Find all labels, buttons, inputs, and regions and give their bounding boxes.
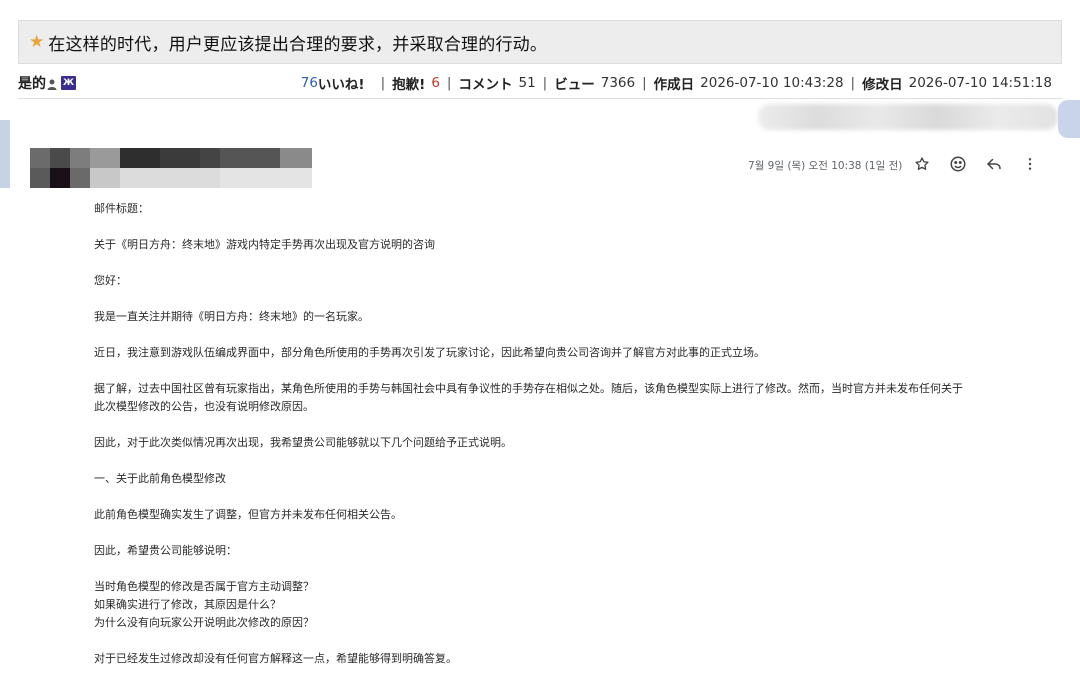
oppose-count: 6: [431, 75, 440, 91]
email-paragraph: 我是一直关注并期待《明日方舟：终末地》的一名玩家。: [94, 310, 369, 323]
likes-label[interactable]: いいね!: [318, 73, 365, 93]
email-body: 邮件标题： 关于《明日方舟：终末地》游戏内特定手势再次出现及官方说明的咨询 您好…: [94, 200, 1044, 668]
person-icon: [47, 79, 57, 90]
edge-tab: [0, 120, 10, 188]
edge-tab: [1058, 100, 1080, 138]
divider: [18, 98, 1062, 99]
oppose-label[interactable]: 抱歉!: [392, 73, 425, 93]
email-paragraph: 此前角色模型确实发生了调整，但官方并未发布任何相关公告。: [94, 508, 402, 521]
email-subject-label: 邮件标题：: [94, 202, 149, 215]
email-question: 为什么没有向玩家公开说明此次修改的原因？: [94, 616, 314, 629]
views-count: 7366: [600, 75, 636, 91]
email-question: 当时角色模型的修改是否属于官方主动调整？: [94, 580, 314, 593]
separator: |: [446, 75, 452, 91]
emoji-react-icon[interactable]: [944, 150, 972, 178]
email-paragraph: 近日，我注意到游戏队伍编成界面中，部分角色所使用的手势再次引发了玩家讨论，因此希…: [94, 346, 765, 359]
post-stats: 76 いいね! | 抱歉! 6 | コメント 51 | ビュー 7366 | 作…: [301, 68, 1052, 98]
email-subject: 关于《明日方舟：终末地》游戏内特定手势再次出现及官方说明的咨询: [94, 238, 435, 251]
email-paragraph: 此次模型修改的公告，也没有说明修改原因。: [94, 400, 314, 413]
comments-label: コメント: [458, 77, 513, 93]
star-icon[interactable]: [908, 150, 936, 178]
more-options-icon[interactable]: [1016, 150, 1044, 178]
email-paragraph: 对于已经发生过修改却没有任何官方解释这一点，希望能够得到明确答复。: [94, 652, 457, 665]
email-paragraph: 因此，对于此次类似情况再次出现，我希望贵公司能够就以下几个问题给予正式说明。: [94, 436, 512, 449]
email-paragraph: 因此，希望贵公司能够说明：: [94, 544, 237, 557]
views-label: ビュー: [554, 77, 595, 93]
post-title-bar: ★ 在这样的时代，用户更应该提出合理的要求，并采取合理的行动。: [18, 20, 1062, 64]
user-badge-icon: Ж: [61, 76, 76, 90]
email-actions: [908, 150, 1044, 178]
email-section-heading: 一、关于此前角色模型修改: [94, 472, 226, 485]
email-paragraph: 据了解，过去中国社区曾有玩家指出，某角色所使用的手势与韩国社会中具有争议性的手势…: [94, 382, 963, 395]
author[interactable]: 是的 Ж: [18, 73, 76, 93]
separator: |: [542, 75, 548, 91]
post-title: 在这样的时代，用户更应该提出合理的要求，并采取合理的行动。: [48, 34, 548, 55]
modified-label: 修改日: [862, 77, 903, 93]
star-icon: ★: [29, 31, 45, 52]
email-question: 如果确实进行了修改，其原因是什么？: [94, 598, 281, 611]
separator: |: [850, 75, 856, 91]
created-label: 作成日: [653, 77, 695, 93]
author-name[interactable]: 是的: [18, 73, 46, 93]
email-greeting: 您好：: [94, 274, 127, 287]
comments-count: 51: [518, 75, 536, 91]
blurred-region: [758, 104, 1058, 130]
likes-count: 76: [300, 75, 318, 91]
modified-date: 2026-07-10 14:51:18: [908, 75, 1052, 91]
email-timestamp: 7월 9일 (목) 오전 10:38 (1일 전): [748, 160, 903, 172]
created-date: 2026-07-10 10:43:28: [700, 75, 844, 91]
post-meta-bar: 是的 Ж 76 いいね! | 抱歉! 6 | コメント 51 | ビュー 736…: [18, 68, 1062, 98]
separator: |: [380, 75, 386, 91]
separator: |: [642, 75, 647, 91]
reply-icon[interactable]: [980, 150, 1008, 178]
sender-info-pixelated: [30, 148, 312, 188]
